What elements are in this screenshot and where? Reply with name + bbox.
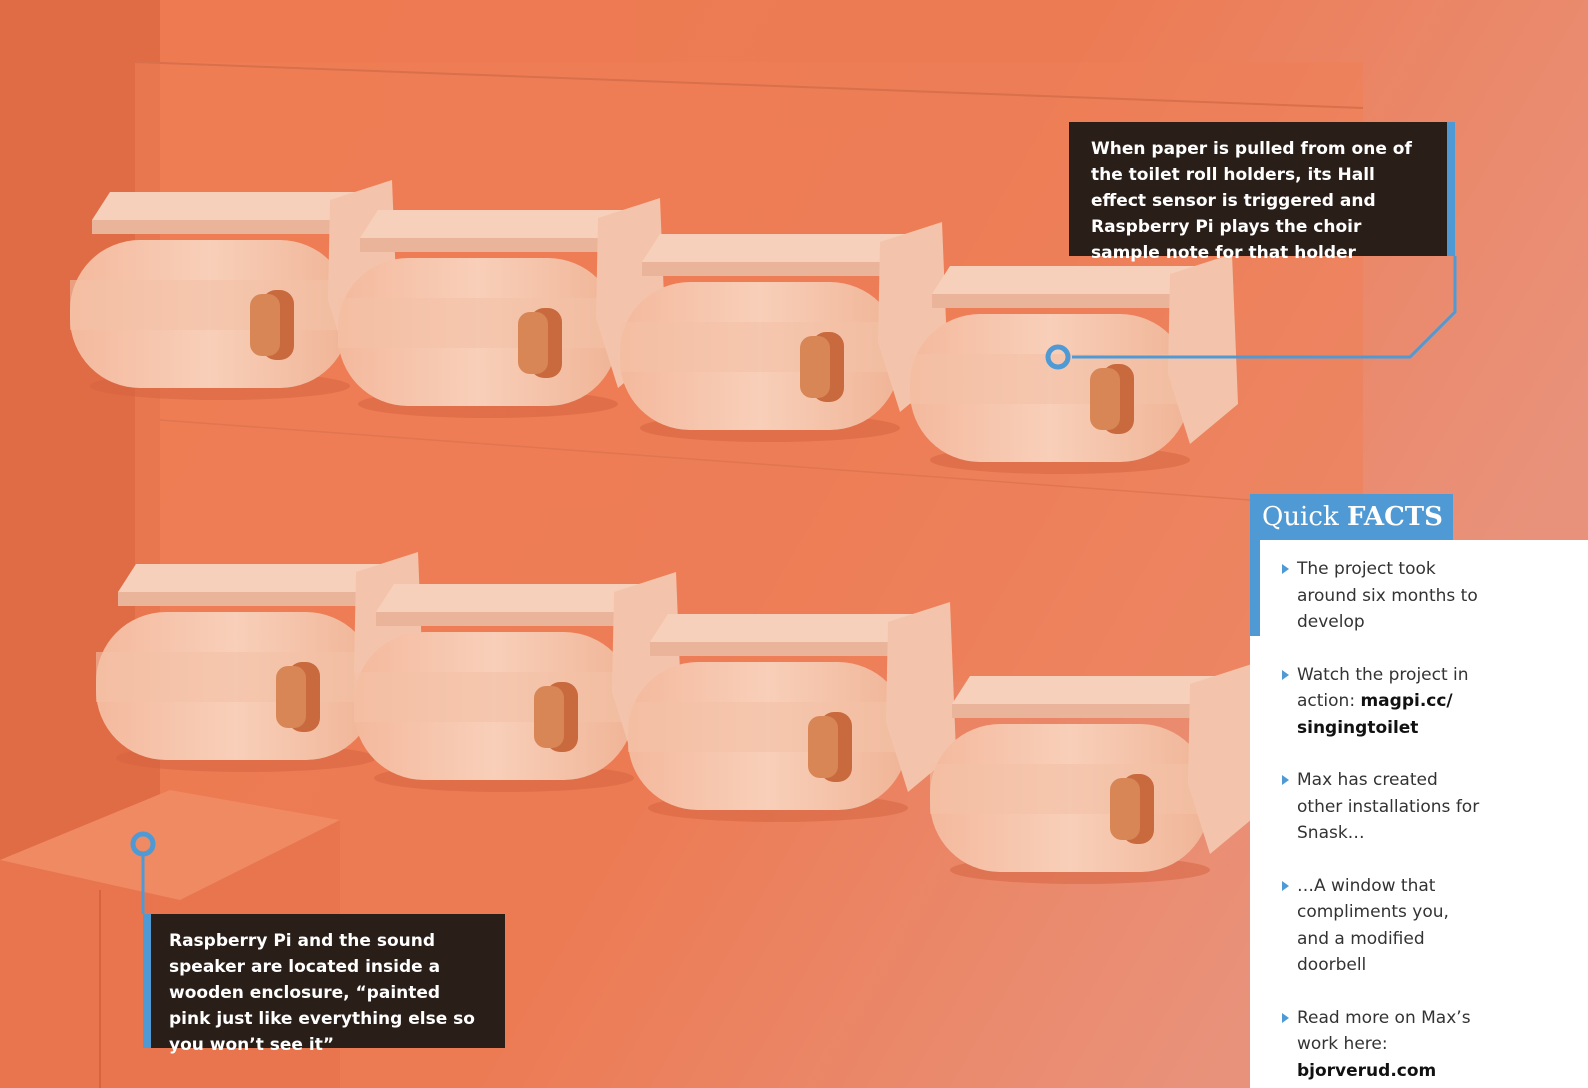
- bullet-arrow-icon: [1282, 880, 1289, 891]
- fact-text: …A window that compliments you, and a mo…: [1297, 875, 1449, 976]
- list-item: Watch the project in action: magpi.cc/ s…: [1282, 662, 1482, 742]
- quick-facts-accent-bar: [1250, 540, 1260, 636]
- fact-text: Read more on Max’s work here:: [1297, 1007, 1471, 1055]
- list-item: …A window that compliments you, and a mo…: [1282, 873, 1482, 979]
- callout-marker-icon: [1045, 344, 1071, 370]
- quick-facts-heading-light: Quick: [1262, 502, 1339, 532]
- bullet-arrow-icon: [1282, 775, 1289, 785]
- bullet-arrow-icon: [1282, 564, 1289, 574]
- callout-marker-icon: [130, 831, 156, 857]
- list-item: Max has created other installations for …: [1282, 767, 1482, 847]
- magazine-page: When paper is pulled from one of the toi…: [0, 0, 1588, 1088]
- quick-facts-heading: Quick FACTS: [1250, 494, 1453, 540]
- quick-facts-heading-bold: FACTS: [1346, 502, 1443, 532]
- caption-hall-sensor: When paper is pulled from one of the toi…: [1069, 122, 1455, 263]
- list-item: The project took around six months to de…: [1282, 556, 1482, 636]
- caption-enclosure: Raspberry Pi and the sound speaker are l…: [143, 914, 505, 1055]
- bullet-arrow-icon: [1282, 1012, 1289, 1023]
- list-item: Read more on Max’s work here: bjorverud.…: [1282, 1005, 1482, 1085]
- fact-link[interactable]: bjorverud.com: [1297, 1061, 1436, 1081]
- quick-facts-list: The project took around six months to de…: [1282, 556, 1482, 1088]
- fact-text: Max has created other installations for …: [1297, 770, 1480, 843]
- fact-text: The project took around six months to de…: [1297, 559, 1478, 632]
- bullet-arrow-icon: [1282, 669, 1289, 680]
